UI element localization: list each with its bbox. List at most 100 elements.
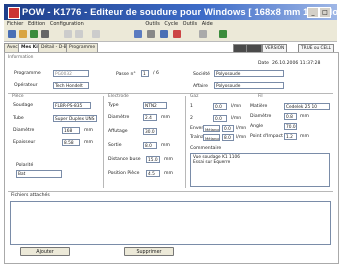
menu-item-cycle[interactable]: Cycle xyxy=(164,20,178,28)
envers-gas-select[interactable]: Mélanges xyxy=(203,125,220,132)
position-piece-label: Position Pièce xyxy=(108,171,140,176)
attached-files-list[interactable] xyxy=(10,201,331,245)
diametre-electrode-unit: mm xyxy=(161,115,170,120)
affutage-label: Affutage xyxy=(108,129,128,134)
diametre-electrode-field[interactable]: 2.4 xyxy=(143,114,157,121)
polarite-field[interactable]: Bat xyxy=(16,170,62,178)
tab-programme[interactable]: Programme xyxy=(66,43,99,52)
cut-icon[interactable] xyxy=(92,30,100,38)
affutage-field[interactable]: 30.0 xyxy=(143,128,157,135)
commentaire-label: Commentaire xyxy=(190,146,222,151)
commentaire-textarea[interactable]: Vue soudage K1 1106 Essai sur Equerre xyxy=(190,153,330,187)
gaz-1-unit: l/mn xyxy=(231,104,242,109)
menu-item-outils-2[interactable]: Outils xyxy=(183,20,197,28)
diametre-fil-unit: mm xyxy=(300,114,309,119)
app-icon xyxy=(8,7,20,19)
affaire-field[interactable]: Polyosoude xyxy=(214,82,284,89)
open-icon[interactable] xyxy=(19,30,27,38)
programme-field[interactable]: PG0032 xyxy=(53,70,89,77)
gaz-2-unit: l/mn xyxy=(231,116,242,121)
soudage-field[interactable]: FLBR-PS-835 xyxy=(53,102,91,109)
programme-label: Programme xyxy=(14,71,41,76)
gaz-1-field[interactable]: 0.0 xyxy=(213,103,227,110)
piece-section-label: Pièce xyxy=(12,94,24,99)
tool-icon-4[interactable] xyxy=(173,30,181,38)
tool-icon-1[interactable] xyxy=(134,30,142,38)
column-divider-1 xyxy=(103,96,104,188)
type-field[interactable]: NTN2 xyxy=(143,102,167,109)
sortie-label: Sortie xyxy=(108,143,122,148)
sortie-field[interactable]: 8.0 xyxy=(143,142,157,149)
menu-item-configuration[interactable]: Configuration xyxy=(50,20,84,28)
gaz-1-label: 1 xyxy=(190,104,193,109)
affaire-label: Affaire xyxy=(193,84,209,89)
epaisseur-label: Epaisseur xyxy=(13,140,36,145)
point-impact-field[interactable]: 1.2 xyxy=(284,133,297,140)
tool-icon-6[interactable] xyxy=(219,30,227,38)
distance-buse-unit: mm xyxy=(164,157,173,162)
operateur-label: Opérateur xyxy=(14,83,38,88)
diametre-fil-field[interactable]: 0.8 xyxy=(284,113,297,120)
tube-field[interactable]: Super Duplex UNS xyxy=(53,115,97,122)
diametre-fil-label: Diamètre xyxy=(250,114,272,119)
epaisseur-field[interactable]: 8.58 xyxy=(62,139,80,146)
matiere-field[interactable]: Cedelek 25 10 xyxy=(284,103,330,110)
type-label: Type xyxy=(108,103,119,108)
position-piece-field[interactable]: 4.5 xyxy=(146,170,160,177)
gaz-2-field[interactable]: 0.0 xyxy=(213,115,227,122)
tool-icon-2[interactable] xyxy=(147,30,155,38)
save-icon[interactable] xyxy=(30,30,38,38)
window-title: POW - K1776 - Editeur de soudure pour Wi… xyxy=(22,6,345,17)
tool-icon-3[interactable] xyxy=(160,30,168,38)
commentaire-line-2: Essai sur Equerre xyxy=(193,160,231,165)
angle-field[interactable]: 70.0 xyxy=(284,123,297,130)
societe-field[interactable]: Polyosoude xyxy=(214,70,284,77)
matiere-label: Matière xyxy=(250,104,268,109)
redo-icon[interactable] xyxy=(75,30,83,38)
envers-field[interactable]: 0.0 xyxy=(222,125,234,132)
trainard-gas-select[interactable]: Mélanges xyxy=(203,134,220,141)
passe-label: Passe n° xyxy=(116,72,136,77)
column-divider-2 xyxy=(185,96,186,188)
menu-item-outils[interactable]: Outils xyxy=(145,20,159,28)
print-icon[interactable] xyxy=(41,30,49,38)
menu-item-fichier[interactable]: Fichier xyxy=(7,20,23,28)
diametre-piece-field[interactable]: 168 xyxy=(62,127,80,134)
trainard-field[interactable]: 8.0 xyxy=(222,134,234,141)
add-button[interactable]: Ajouter xyxy=(20,247,70,256)
tool-icon-5[interactable] xyxy=(199,30,207,38)
diametre-electrode-label: Diamètre xyxy=(108,115,130,120)
fil-section-label: Fil xyxy=(258,94,263,99)
minimize-button[interactable]: _ xyxy=(307,7,319,18)
point-impact-unit: mm xyxy=(300,134,309,139)
epaisseur-unit: mm xyxy=(84,140,93,145)
maximize-button[interactable]: □ xyxy=(319,7,331,18)
new-icon[interactable] xyxy=(8,30,16,38)
trainard-unit: l/mn xyxy=(236,135,247,140)
operateur-field[interactable]: Tech Hondelt xyxy=(53,82,89,89)
distance-buse-field[interactable]: 15.0 xyxy=(146,156,160,163)
angle-label: Angle xyxy=(250,124,264,129)
gaz-section-label: Gaz xyxy=(190,94,199,99)
menu-item-aide[interactable]: Aide xyxy=(202,20,213,28)
menu-bar: Fichier Edition Configuration Outils Cyc… xyxy=(4,20,337,28)
sortie-unit: mm xyxy=(161,143,170,148)
societe-label: Société xyxy=(193,72,210,77)
undo-icon[interactable] xyxy=(64,30,72,38)
date-label: Date xyxy=(258,61,269,66)
footer-divider xyxy=(8,191,333,192)
diametre-piece-label: Diamètre xyxy=(13,128,35,133)
title-bar: POW - K1776 - Editeur de soudure pour Wi… xyxy=(4,4,345,20)
passe-field[interactable]: 1 xyxy=(141,70,149,77)
menu-item-edition[interactable]: Edition xyxy=(28,20,45,28)
passe-of-label: / 6 xyxy=(153,71,159,76)
toolbar xyxy=(4,28,337,42)
delete-button[interactable]: Supprimer xyxy=(124,247,174,256)
tube-label: Tube xyxy=(13,116,24,121)
position-piece-unit: mm xyxy=(164,171,173,176)
envers-unit: l/mn xyxy=(236,126,247,131)
soudage-label: Soudage xyxy=(13,103,34,108)
polarite-label: Polarité xyxy=(16,163,34,168)
divider xyxy=(8,93,333,94)
information-section-label: Information xyxy=(8,55,34,60)
